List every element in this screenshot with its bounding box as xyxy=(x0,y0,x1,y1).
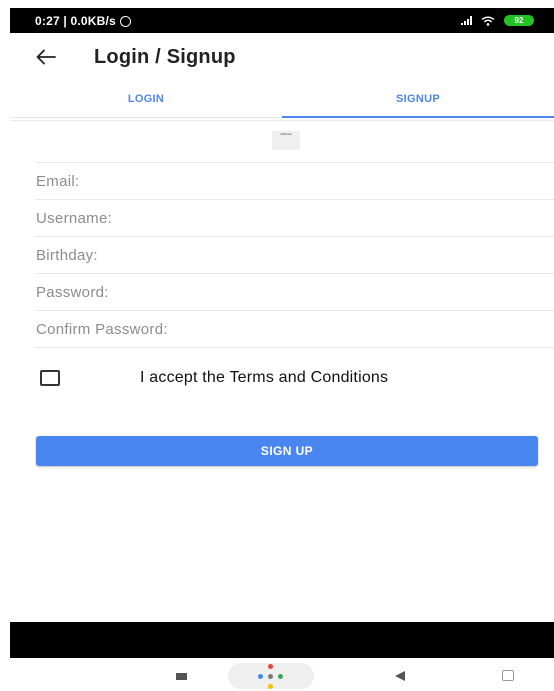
signup-button[interactable]: SIGN UP xyxy=(36,436,538,466)
logo-text: OdSouls xyxy=(280,132,292,136)
birthday-field[interactable] xyxy=(36,246,554,264)
confirm-password-field[interactable] xyxy=(36,320,554,338)
page-title: Login / Signup xyxy=(94,45,236,68)
expand-icon[interactable] xyxy=(502,670,514,681)
assistant-icon[interactable] xyxy=(228,663,314,689)
terms-label[interactable]: I accept the Terms and Conditions xyxy=(140,369,388,387)
battery-icon: 92 xyxy=(504,15,534,26)
signal-icon xyxy=(461,16,472,25)
system-nav-bar xyxy=(10,658,554,691)
wifi-icon xyxy=(481,16,495,26)
status-bar: 0:27 | 0.0KB/s 92 xyxy=(10,8,554,33)
back-icon[interactable] xyxy=(395,671,405,681)
signup-form xyxy=(36,162,554,348)
tab-login[interactable]: LOGIN xyxy=(10,81,282,117)
divider xyxy=(10,120,554,121)
status-time-speed: 0:27 | 0.0KB/s xyxy=(35,13,116,28)
terms-checkbox[interactable] xyxy=(40,370,60,386)
email-field-row xyxy=(36,162,554,199)
password-field[interactable] xyxy=(36,283,554,301)
email-field[interactable] xyxy=(36,172,554,190)
password-field-row xyxy=(36,273,554,310)
confirm-password-field-row xyxy=(36,310,554,348)
arrow-left-icon[interactable] xyxy=(36,49,56,65)
tab-bar: LOGIN SIGNUP xyxy=(10,81,554,118)
terms-row: I accept the Terms and Conditions xyxy=(40,368,540,388)
tab-signup[interactable]: SIGNUP xyxy=(282,81,554,118)
username-field-row xyxy=(36,199,554,236)
status-icons: 92 xyxy=(461,15,534,26)
recents-icon[interactable] xyxy=(176,673,187,680)
birthday-field-row xyxy=(36,236,554,273)
phone-screen: 0:27 | 0.0KB/s 92 Login / Signup LOGIN S… xyxy=(10,0,554,691)
app-header: Login / Signup xyxy=(10,33,554,81)
app-logo: OdSouls xyxy=(272,131,300,150)
alarm-icon xyxy=(119,16,131,27)
bottom-black-bar xyxy=(10,622,554,658)
username-field[interactable] xyxy=(36,209,554,227)
